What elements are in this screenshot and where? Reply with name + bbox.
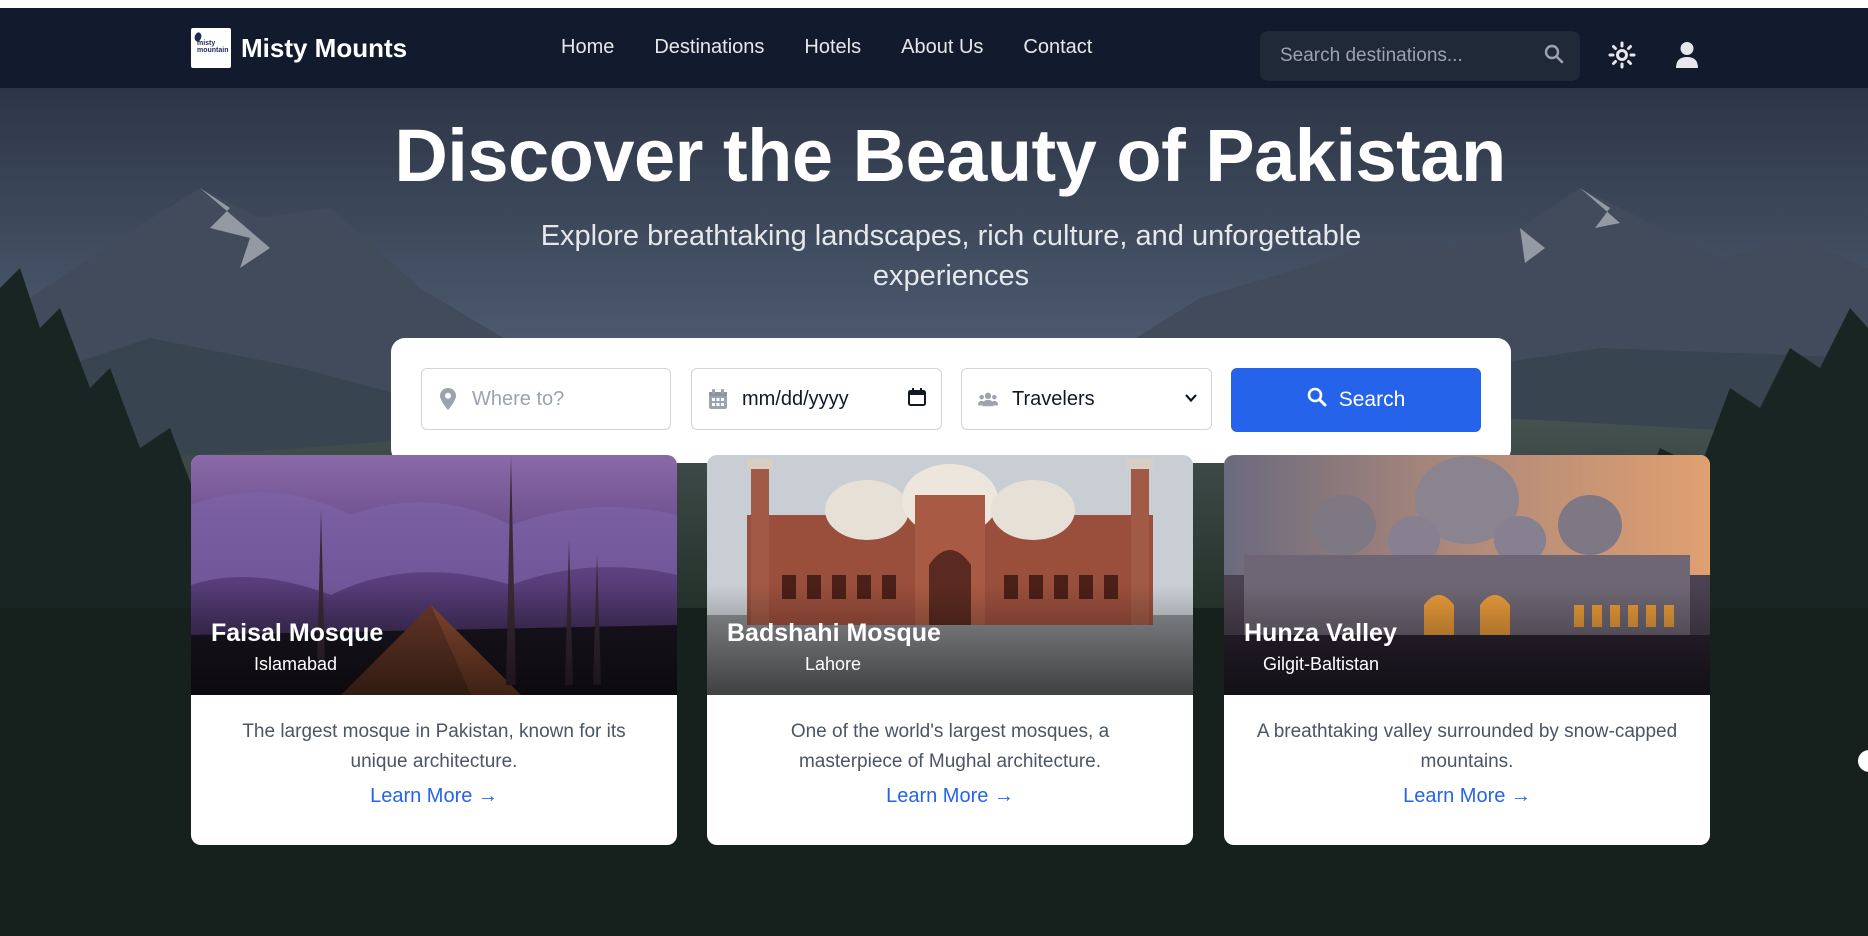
card-image: Faisal Mosque Islamabad bbox=[191, 455, 677, 695]
navbar: misty mountain Misty Mounts Home Destinat… bbox=[0, 8, 1868, 88]
date-input[interactable]: mm/dd/yyyy bbox=[742, 388, 907, 411]
card-location: Lahore bbox=[805, 654, 862, 674]
card-title: Faisal Mosque bbox=[211, 619, 384, 647]
nav-links: Home Destinations Hotels About Us Contac… bbox=[561, 36, 1132, 59]
card-title: Badshahi Mosque bbox=[727, 619, 941, 647]
learn-more-link[interactable]: Learn More → bbox=[191, 785, 677, 808]
users-icon bbox=[978, 391, 998, 407]
brand-logo: misty mountain bbox=[191, 28, 231, 68]
travelers-select[interactable]: Travelers bbox=[961, 368, 1212, 430]
travelers-value: Travelers bbox=[1012, 387, 1095, 410]
calendar-icon bbox=[708, 389, 728, 409]
nav-link-home[interactable]: Home bbox=[561, 36, 614, 59]
destination-card-badshahi-mosque[interactable]: Badshahi Mosque Lahore One of the world'… bbox=[707, 455, 1193, 845]
where-input[interactable] bbox=[472, 387, 632, 411]
search-icon[interactable] bbox=[1544, 44, 1564, 69]
card-location: Gilgit-Baltistan bbox=[1263, 654, 1380, 674]
date-field[interactable]: mm/dd/yyyy bbox=[691, 368, 942, 430]
nav-link-hotels[interactable]: Hotels bbox=[804, 36, 861, 59]
sun-icon[interactable] bbox=[1607, 38, 1637, 72]
nav-link-contact[interactable]: Contact bbox=[1023, 36, 1092, 59]
chevron-down-icon bbox=[1185, 390, 1197, 408]
destination-card-faisal-mosque[interactable]: Faisal Mosque Islamabad The largest mosq… bbox=[191, 455, 677, 845]
hero-subtitle: Explore breathtaking landscapes, rich cu… bbox=[540, 220, 1362, 292]
destination-card-hunza-valley[interactable]: Hunza Valley Gilgit-Baltistan A breathta… bbox=[1224, 455, 1710, 845]
calendar-picker-icon[interactable] bbox=[907, 387, 927, 412]
nav-link-about-us[interactable]: About Us bbox=[901, 36, 983, 59]
learn-more-link[interactable]: Learn More → bbox=[1224, 785, 1710, 808]
booking-search-form: mm/dd/yyyy Travelers Search bbox=[391, 338, 1511, 463]
top-strip bbox=[0, 0, 1868, 8]
learn-more-link[interactable]: Learn More → bbox=[707, 785, 1193, 808]
search-icon bbox=[1307, 387, 1327, 413]
map-pin-icon bbox=[438, 388, 458, 410]
card-description: The largest mosque in Pakistan, known fo… bbox=[242, 721, 626, 772]
nav-link-destinations[interactable]: Destinations bbox=[654, 36, 764, 59]
search-button[interactable]: Search bbox=[1231, 368, 1481, 432]
card-title: Hunza Valley bbox=[1244, 619, 1397, 647]
card-description: A breathtaking valley surrounded by snow… bbox=[1256, 721, 1678, 772]
hero-title: Discover the Beauty of Pakistan bbox=[394, 114, 1506, 197]
header-search-input[interactable] bbox=[1280, 45, 1544, 67]
card-description: One of the world's largest mosques, a ma… bbox=[790, 721, 1110, 772]
brand-name[interactable]: Misty Mounts bbox=[241, 33, 407, 64]
card-location: Islamabad bbox=[254, 654, 338, 674]
search-button-label: Search bbox=[1338, 388, 1406, 411]
where-field[interactable] bbox=[421, 368, 671, 430]
brand[interactable]: misty mountain Misty Mounts bbox=[191, 28, 407, 68]
user-icon[interactable] bbox=[1672, 38, 1702, 72]
card-image: Badshahi Mosque Lahore bbox=[707, 455, 1193, 695]
card-image: Hunza Valley Gilgit-Baltistan bbox=[1224, 455, 1710, 695]
header-search bbox=[1260, 31, 1580, 81]
brand-logo-text: misty mountain bbox=[197, 40, 229, 54]
